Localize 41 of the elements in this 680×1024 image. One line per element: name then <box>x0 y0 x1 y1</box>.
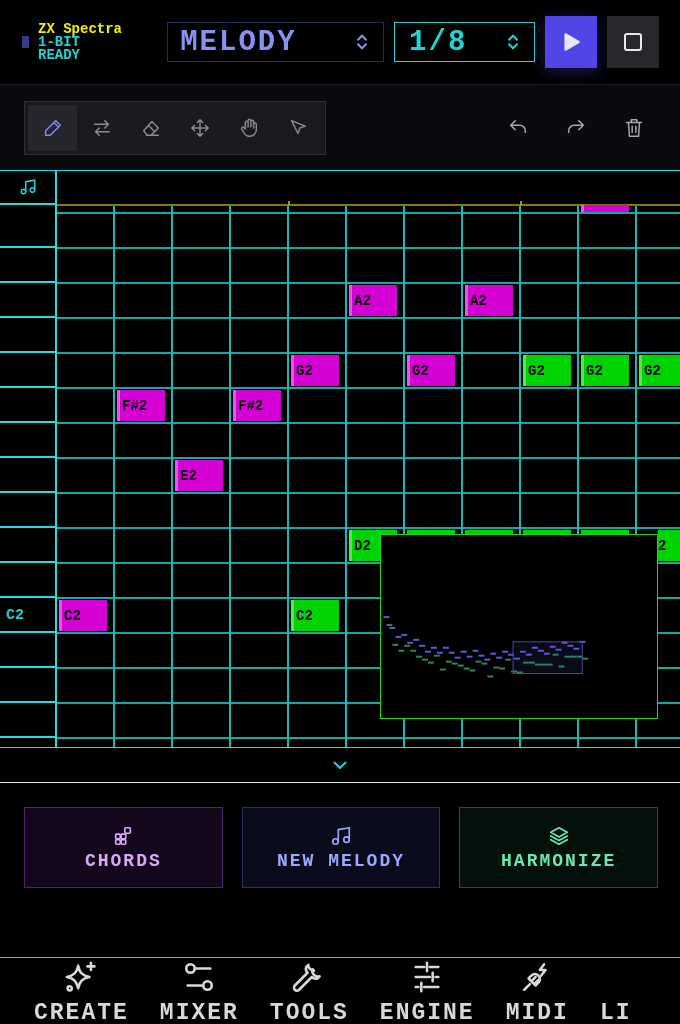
sparkle-icon <box>64 960 99 994</box>
note-block[interactable]: F#2 <box>233 390 281 421</box>
chords-button[interactable]: CHORDS <box>24 807 223 888</box>
status-led <box>22 36 29 48</box>
move-arrows-icon <box>188 116 211 139</box>
note-block[interactable]: G2 <box>581 355 629 386</box>
melody-button[interactable]: NEW MELODY <box>241 807 441 888</box>
nav-tab[interactable]: CREATE <box>34 960 129 1024</box>
track-select[interactable]: MELODY <box>167 22 385 62</box>
note-block[interactable]: G2 <box>291 355 339 386</box>
nav-tab[interactable]: LI <box>599 1000 632 1024</box>
stop-button[interactable] <box>607 16 659 68</box>
note-block[interactable]: A2 <box>465 285 513 316</box>
note-block[interactable]: 2 <box>658 530 680 561</box>
note-block[interactable]: A2 <box>349 285 397 316</box>
note-block[interactable]: E2 <box>175 460 223 491</box>
note-block[interactable]: F#2 <box>117 390 165 421</box>
note-block[interactable]: G2 <box>639 355 680 386</box>
music-note-icon <box>18 178 37 196</box>
nav-tab[interactable]: TOOLS <box>269 960 349 1024</box>
pitch-label: C2 <box>5 607 24 624</box>
nav-tab[interactable]: MIXER <box>159 960 239 1024</box>
status-label: READY <box>38 48 81 62</box>
grid-select[interactable]: 1/8 <box>394 22 536 62</box>
note-block[interactable]: C2 <box>291 600 339 631</box>
nav-tab[interactable]: MIDI <box>505 960 569 1024</box>
chevron-down-icon[interactable] <box>332 760 348 770</box>
minimap-panel[interactable] <box>380 534 658 719</box>
harmonize-button[interactable]: HARMONIZE <box>459 807 658 888</box>
device-name: ZX Spectra <box>38 22 122 36</box>
mode-label: 1-BIT <box>38 35 80 49</box>
pencil-tool[interactable] <box>28 104 77 151</box>
music-note-icon <box>330 824 352 847</box>
nav-tab[interactable]: ENGINE <box>379 960 475 1024</box>
trash-icon <box>623 116 645 139</box>
note-block[interactable]: G2 <box>407 355 455 386</box>
layers-icon <box>547 824 570 847</box>
play-button[interactable] <box>545 16 598 68</box>
note-block[interactable]: C2 <box>59 600 107 631</box>
stop-icon <box>623 32 644 52</box>
note-block[interactable]: G2 <box>523 355 571 386</box>
